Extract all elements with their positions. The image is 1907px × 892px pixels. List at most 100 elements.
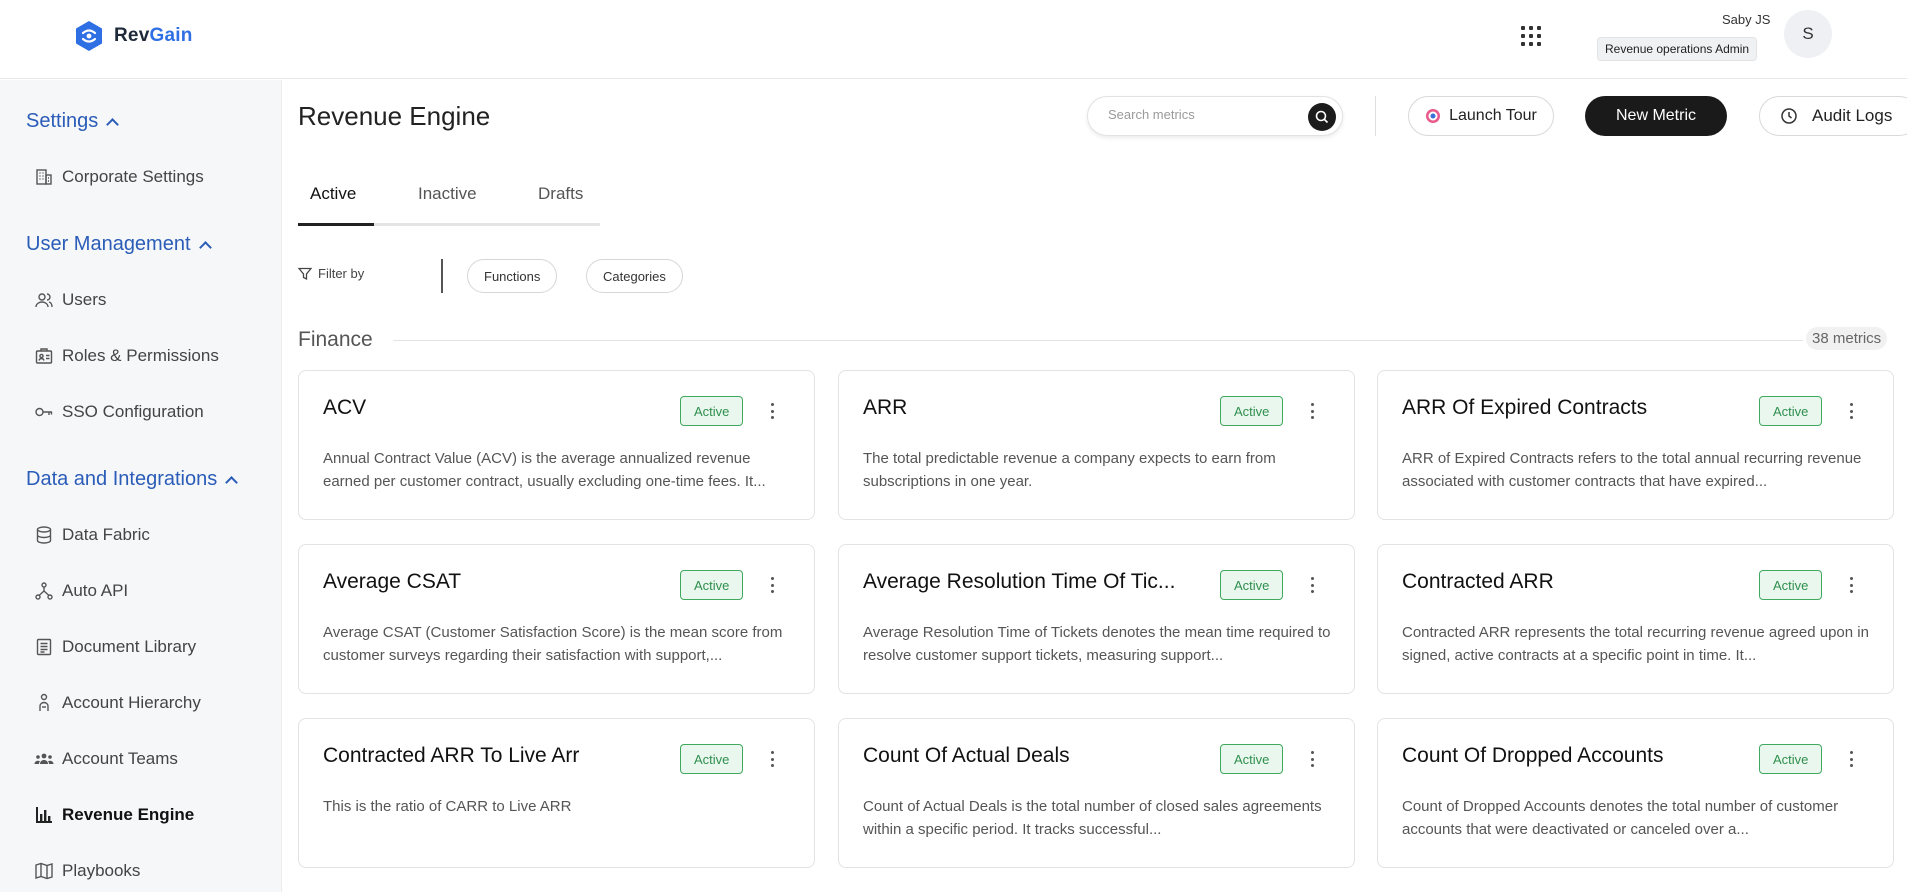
sidebar-item-revenue-engine[interactable]: Revenue Engine <box>34 802 194 828</box>
tab-drafts[interactable]: Drafts <box>538 184 583 204</box>
header-divider <box>1375 96 1376 136</box>
new-metric-button[interactable]: New Metric <box>1585 96 1727 136</box>
more-options-icon[interactable] <box>764 403 780 419</box>
top-bar: RevGain Saby JS Revenue operations Admin… <box>0 0 1907 79</box>
sidebar: Settings Corporate Settings User Managem… <box>0 80 282 892</box>
status-tabs: Active Inactive Drafts <box>298 174 600 226</box>
sidebar-item-auto-api[interactable]: Auto API <box>34 578 128 604</box>
users-icon <box>35 293 53 308</box>
status-badge: Active <box>1759 570 1823 600</box>
more-options-icon[interactable] <box>1843 403 1859 419</box>
tab-inactive[interactable]: Inactive <box>418 184 477 204</box>
chevron-up-icon <box>198 240 212 254</box>
group-title: Finance <box>298 328 373 351</box>
status-badge: Active <box>1220 744 1284 774</box>
search-input[interactable] <box>1108 107 1298 122</box>
metric-description: The total predictable revenue a company … <box>863 450 1276 490</box>
metric-description: Annual Contract Value (ACV) is the avera… <box>323 450 766 490</box>
metric-card[interactable]: Count Of Actual Deals Active Count of Ac… <box>838 718 1355 868</box>
revgain-logo[interactable]: RevGain <box>74 20 193 52</box>
page-title: Revenue Engine <box>298 101 491 131</box>
user-avatar[interactable]: S <box>1784 10 1832 58</box>
sidebar-section-user-management[interactable]: User Management <box>26 233 212 256</box>
metric-title: ARR Of Expired Contracts <box>1402 396 1648 419</box>
status-badge: Active <box>1759 744 1823 774</box>
hierarchy-icon <box>39 693 49 711</box>
sidebar-item-corporate-settings[interactable]: Corporate Settings <box>34 164 204 190</box>
metric-card[interactable]: ACV Active Annual Contract Value (ACV) i… <box>298 370 815 520</box>
sidebar-item-roles-permissions[interactable]: Roles & Permissions <box>34 343 219 369</box>
chart-icon <box>36 807 52 823</box>
filter-icon <box>298 267 312 280</box>
book-icon <box>35 862 53 880</box>
metric-description: Contracted ARR represents the total recu… <box>1402 624 1869 664</box>
status-badge: Active <box>1759 396 1823 426</box>
more-options-icon[interactable] <box>1304 751 1320 767</box>
metric-card[interactable]: Average CSAT Active Average CSAT (Custom… <box>298 544 815 694</box>
metric-card[interactable]: Count Of Dropped Accounts Active Count o… <box>1377 718 1894 868</box>
user-role-badge: Revenue operations Admin <box>1597 37 1758 61</box>
chevron-up-icon <box>106 117 120 131</box>
audit-logs-button[interactable]: Audit Logs <box>1759 96 1907 136</box>
sidebar-item-account-hierarchy[interactable]: Account Hierarchy <box>34 690 201 716</box>
metric-card[interactable]: Contracted ARR To Live Arr Active This i… <box>298 718 815 868</box>
metric-description: Average Resolution Time of Tickets denot… <box>863 624 1331 664</box>
metric-title: Average Resolution Time Of Tic... <box>863 570 1176 593</box>
chevron-up-icon <box>225 475 239 489</box>
more-options-icon[interactable] <box>1843 751 1859 767</box>
metric-description: ARR of Expired Contracts refers to the t… <box>1402 450 1862 490</box>
more-options-icon[interactable] <box>1304 403 1320 419</box>
document-icon <box>36 638 52 656</box>
filter-by-label: Filter by <box>298 266 364 281</box>
functions-filter-chip[interactable]: Functions <box>467 259 558 293</box>
categories-filter-chip[interactable]: Categories <box>586 259 683 293</box>
sidebar-section-data-integrations[interactable]: Data and Integrations <box>26 468 239 491</box>
logo-icon <box>76 21 102 51</box>
sidebar-item-playbooks[interactable]: Playbooks <box>34 858 140 884</box>
clock-icon <box>1781 108 1797 124</box>
status-badge: Active <box>680 570 744 600</box>
metric-title: Contracted ARR <box>1402 570 1554 593</box>
metric-title: Count Of Actual Deals <box>863 744 1070 767</box>
metric-description: This is the ratio of CARR to Live ARR <box>323 798 572 815</box>
metrics-count-badge: 38 metrics <box>1806 327 1888 350</box>
status-badge: Active <box>680 396 744 426</box>
metric-description: Count of Actual Deals is the total numbe… <box>863 798 1322 838</box>
api-icon <box>35 582 53 600</box>
metric-card[interactable]: ARR Active The total predictable revenue… <box>838 370 1355 520</box>
search-icon <box>1315 110 1329 124</box>
tab-active[interactable]: Active <box>310 184 356 204</box>
metric-card[interactable]: Contracted ARR Active Contracted ARR rep… <box>1377 544 1894 694</box>
sidebar-item-users[interactable]: Users <box>34 287 106 313</box>
status-badge: Active <box>680 744 744 774</box>
apps-grid-icon[interactable] <box>1521 26 1541 46</box>
metric-description: Average CSAT (Customer Satisfaction Scor… <box>323 624 783 664</box>
status-badge: Active <box>1220 570 1284 600</box>
team-icon <box>34 753 54 764</box>
metric-title: ARR <box>863 396 908 419</box>
metric-description: Count of Dropped Accounts denotes the to… <box>1402 798 1839 838</box>
sidebar-item-document-library[interactable]: Document Library <box>34 634 196 660</box>
more-options-icon[interactable] <box>1843 577 1859 593</box>
status-badge: Active <box>1220 396 1284 426</box>
metric-card[interactable]: ARR Of Expired Contracts Active ARR of E… <box>1377 370 1894 520</box>
more-options-icon[interactable] <box>764 751 780 767</box>
key-icon <box>35 407 53 417</box>
roles-icon <box>35 348 53 364</box>
sidebar-item-data-fabric[interactable]: Data Fabric <box>34 522 150 548</box>
more-options-icon[interactable] <box>764 577 780 593</box>
metric-title: ACV <box>323 396 367 419</box>
launch-tour-button[interactable]: Launch Tour <box>1408 96 1554 136</box>
metric-title: Contracted ARR To Live Arr <box>323 744 580 767</box>
more-options-icon[interactable] <box>1304 577 1320 593</box>
sidebar-section-settings[interactable]: Settings <box>26 110 120 133</box>
database-icon <box>36 526 52 544</box>
sidebar-item-sso-configuration[interactable]: SSO Configuration <box>34 399 204 425</box>
logo-text: RevGain <box>114 25 193 46</box>
group-divider <box>393 340 1803 341</box>
search-button[interactable] <box>1308 103 1336 131</box>
sidebar-item-account-teams[interactable]: Account Teams <box>34 746 178 772</box>
building-icon <box>36 169 52 185</box>
metric-title: Count Of Dropped Accounts <box>1402 744 1664 767</box>
metric-card[interactable]: Average Resolution Time Of Tic... Active… <box>838 544 1355 694</box>
